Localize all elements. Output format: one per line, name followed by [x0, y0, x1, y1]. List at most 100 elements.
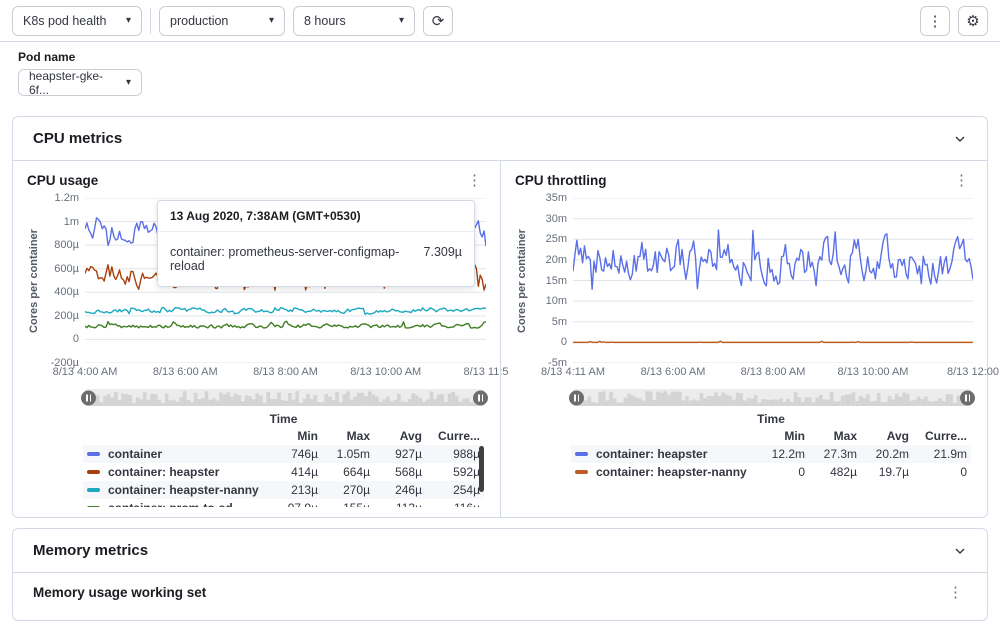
y-tick-label: 20m: [546, 254, 567, 266]
environment-select[interactable]: production ▾: [159, 6, 285, 36]
memory-usage-kebab-icon[interactable]: ⋮: [944, 585, 967, 600]
time-range-select[interactable]: 8 hours ▾: [293, 6, 415, 36]
cpu-throttling-plot[interactable]: [573, 198, 973, 363]
legend-value: 155µ: [322, 501, 374, 507]
environment-select-value: production: [170, 14, 228, 28]
series-swatch: [87, 488, 100, 492]
toolbar-divider: [150, 8, 151, 34]
legend-column-headers: MinMaxAvgCurre...: [83, 429, 484, 443]
x-axis-labels: 8/13 4:11 AM8/13 6:00 AM8/13 8:00 AM8/13…: [573, 366, 973, 381]
cpu-metrics-title: CPU metrics: [33, 130, 122, 147]
cpu-usage-legend: Time MinMaxAvgCurre... container746µ1.05…: [83, 412, 484, 507]
series-swatch: [575, 452, 588, 456]
cpu-usage-title: CPU usage: [27, 173, 98, 188]
pod-name-select[interactable]: heapster-gke-6f... ▾: [18, 69, 142, 96]
legend-value: 988µ: [426, 447, 484, 461]
legend-row[interactable]: container: heapster-nanny0482µ19.7µ0: [571, 463, 971, 481]
legend-row[interactable]: container: heapster414µ664µ568µ592µ: [83, 463, 484, 481]
legend-value: 97.9µ: [270, 501, 322, 507]
x-axis-name: Time: [83, 412, 484, 426]
memory-metrics-title: Memory metrics: [33, 542, 148, 559]
tooltip-series-value: 7.309µ: [424, 245, 462, 273]
pod-name-label: Pod name: [18, 50, 982, 64]
legend-value: 21.9m: [913, 447, 971, 461]
cpu-throttling-kebab-icon[interactable]: ⋮: [950, 173, 973, 188]
brush-handle-right[interactable]: [473, 390, 488, 405]
brush-handle-left[interactable]: [81, 390, 96, 405]
y-tick-label: 35m: [546, 192, 567, 204]
chart-tooltip: 13 Aug 2020, 7:38AM (GMT+0530) container…: [157, 200, 475, 287]
y-tick-label: 25m: [546, 233, 567, 245]
legend-column-header: Curre...: [913, 429, 971, 443]
brush-handle-left[interactable]: [569, 390, 584, 405]
brush-track[interactable]: [573, 389, 971, 406]
cpu-metrics-panel: CPU metrics CPU usage ⋮ Cores per contai…: [12, 116, 988, 518]
kebab-icon: ⋮: [928, 12, 943, 30]
y-axis-title: Cores per container: [515, 198, 529, 363]
series-label: container: heapster-nanny: [596, 465, 747, 479]
cpu-throttling-chart: [573, 198, 973, 363]
chevron-down-icon: ▾: [269, 15, 274, 26]
legend-value: 0: [913, 465, 971, 479]
time-brush[interactable]: [573, 389, 971, 406]
memory-usage-card: Memory usage working set ⋮: [13, 573, 987, 620]
series-swatch: [87, 452, 100, 456]
memory-metrics-header[interactable]: Memory metrics: [13, 529, 987, 573]
legend-value: 254µ: [426, 483, 484, 497]
legend-value: 482µ: [809, 465, 861, 479]
brush-track[interactable]: [85, 389, 484, 406]
legend-value: 246µ: [374, 483, 426, 497]
legend-column-header: Min: [757, 429, 809, 443]
y-tick-label: 10m: [546, 295, 567, 307]
y-tick-label: 0: [561, 336, 567, 348]
y-tick-label: 800µ: [54, 239, 79, 251]
x-tick-label: 8/13 6:00 AM: [153, 366, 218, 378]
y-tick-label: 1.2m: [55, 192, 79, 204]
series-line: [85, 308, 486, 315]
legend-value: 20.2m: [861, 447, 913, 461]
series-swatch: [87, 506, 100, 507]
cpu-usage-kebab-icon[interactable]: ⋮: [463, 173, 486, 188]
legend-row[interactable]: container: heapster12.2m27.3m20.2m21.9m: [571, 445, 971, 463]
collapse-chevron-icon[interactable]: [953, 132, 967, 146]
time-brush[interactable]: [85, 389, 484, 406]
legend-column-header: Min: [270, 429, 322, 443]
legend-value: 1.05m: [322, 447, 374, 461]
legend-scrollbar[interactable]: [479, 446, 484, 492]
y-tick-label: 0: [73, 333, 79, 345]
legend-column-headers: MinMaxAvgCurre...: [571, 429, 971, 443]
legend-value: 12.2m: [757, 447, 809, 461]
series-line: [573, 341, 973, 342]
y-axis-title: Cores per container: [27, 198, 41, 363]
x-tick-label: 8/13 12:00: [947, 366, 999, 378]
memory-usage-title: Memory usage working set: [33, 585, 206, 600]
cpu-metrics-header[interactable]: CPU metrics: [13, 117, 987, 161]
more-options-button[interactable]: ⋮: [920, 6, 950, 36]
x-tick-label: 8/13 10:00 AM: [838, 366, 909, 378]
refresh-button[interactable]: ⟳: [423, 6, 453, 36]
series-swatch: [575, 470, 588, 474]
y-tick-label: 1m: [64, 216, 79, 228]
cpu-throttling-legend: Time MinMaxAvgCurre... container: heapst…: [571, 412, 971, 481]
brush-handle-right[interactable]: [960, 390, 975, 405]
x-tick-label: 8/13 8:00 AM: [253, 366, 318, 378]
chevron-down-icon: ▾: [126, 15, 131, 26]
legend-row[interactable]: container: prom-to-sd97.9µ155µ113µ116µ: [83, 499, 484, 507]
series-label: container: prom-to-sd: [108, 501, 233, 507]
legend-value: 19.7µ: [861, 465, 913, 479]
legend-value: 592µ: [426, 465, 484, 479]
legend-row[interactable]: container: heapster-nanny213µ270µ246µ254…: [83, 481, 484, 499]
legend-row[interactable]: container746µ1.05m927µ988µ: [83, 445, 484, 463]
collapse-chevron-icon[interactable]: [953, 544, 967, 558]
dashboard-select[interactable]: K8s pod health ▾: [12, 6, 142, 36]
settings-button[interactable]: ⚙: [958, 6, 988, 36]
pod-name-value: heapster-gke-6f...: [29, 69, 118, 97]
cpu-metrics-body: CPU usage ⋮ Cores per container 1.2m 1m 80…: [13, 161, 987, 517]
cpu-usage-plot[interactable]: 13 Aug 2020, 7:38AM (GMT+0530) container…: [85, 198, 486, 363]
x-axis-name: Time: [571, 412, 971, 426]
legend-value: 927µ: [374, 447, 426, 461]
y-tick-label: 30m: [546, 213, 567, 225]
x-tick-label: 8/13 6:00 AM: [641, 366, 706, 378]
legend-column-header: Curre...: [426, 429, 484, 443]
y-tick-label: 200µ: [54, 310, 79, 322]
